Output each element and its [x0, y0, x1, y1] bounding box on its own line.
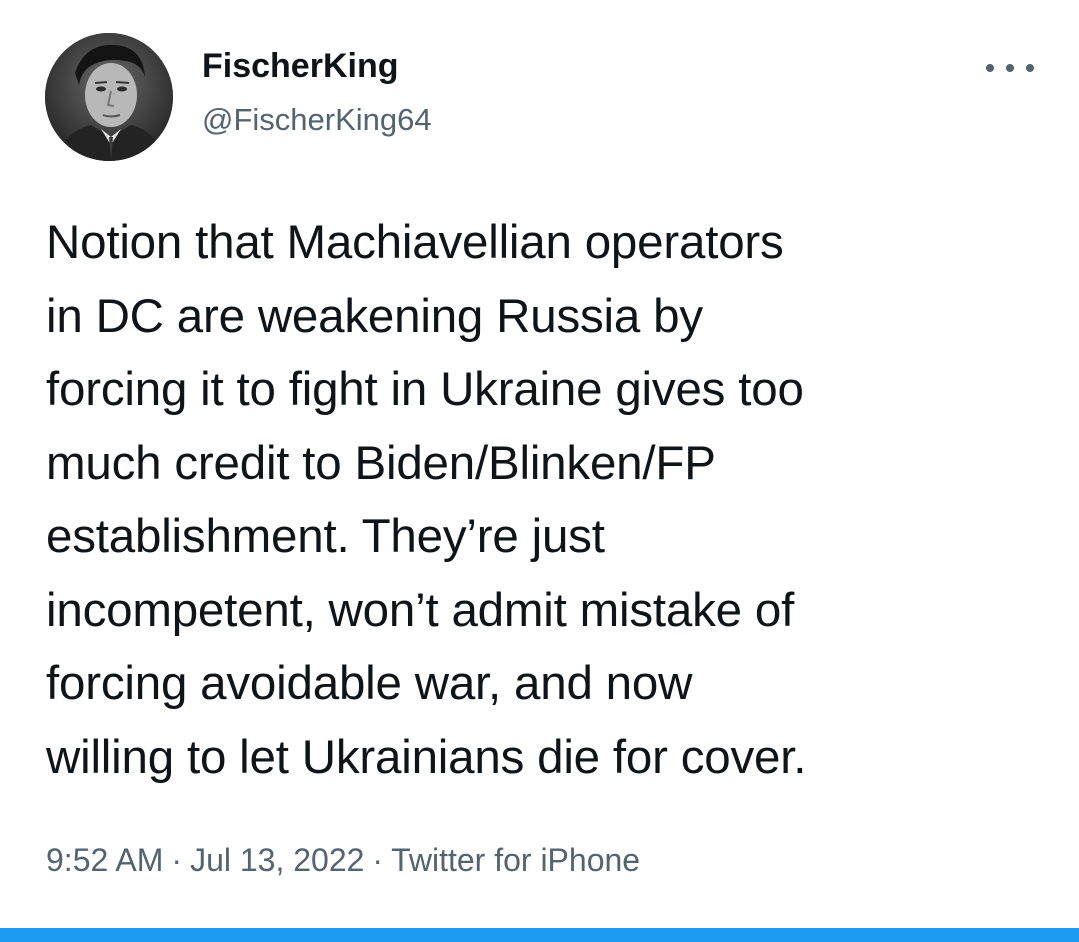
avatar[interactable] — [45, 33, 173, 161]
meta-separator: · — [372, 842, 384, 878]
meta-separator: · — [171, 842, 183, 878]
more-dot — [1006, 64, 1014, 72]
tweet-date[interactable]: Jul 13, 2022 — [190, 842, 364, 878]
display-name[interactable]: FischerKing — [202, 46, 398, 86]
tweet-card: FischerKing @FischerKing64 Notion that M… — [0, 0, 1079, 928]
more-dot — [986, 64, 994, 72]
more-dot — [1026, 64, 1034, 72]
more-horizontal-icon[interactable] — [986, 52, 1034, 84]
tweet-metadata: 9:52 AM · Jul 13, 2022 · Twitter for iPhone — [46, 838, 640, 882]
tweet-text: Notion that Machiavellian operators in D… — [46, 216, 807, 784]
tweet-source[interactable]: Twitter for iPhone — [391, 842, 640, 878]
accent-bar — [0, 928, 1079, 942]
avatar-photo — [45, 33, 173, 161]
user-handle[interactable]: @FischerKing64 — [202, 101, 432, 139]
tweet-time[interactable]: 9:52 AM — [46, 842, 163, 878]
tweet-screenshot: FischerKing @FischerKing64 Notion that M… — [0, 0, 1079, 942]
